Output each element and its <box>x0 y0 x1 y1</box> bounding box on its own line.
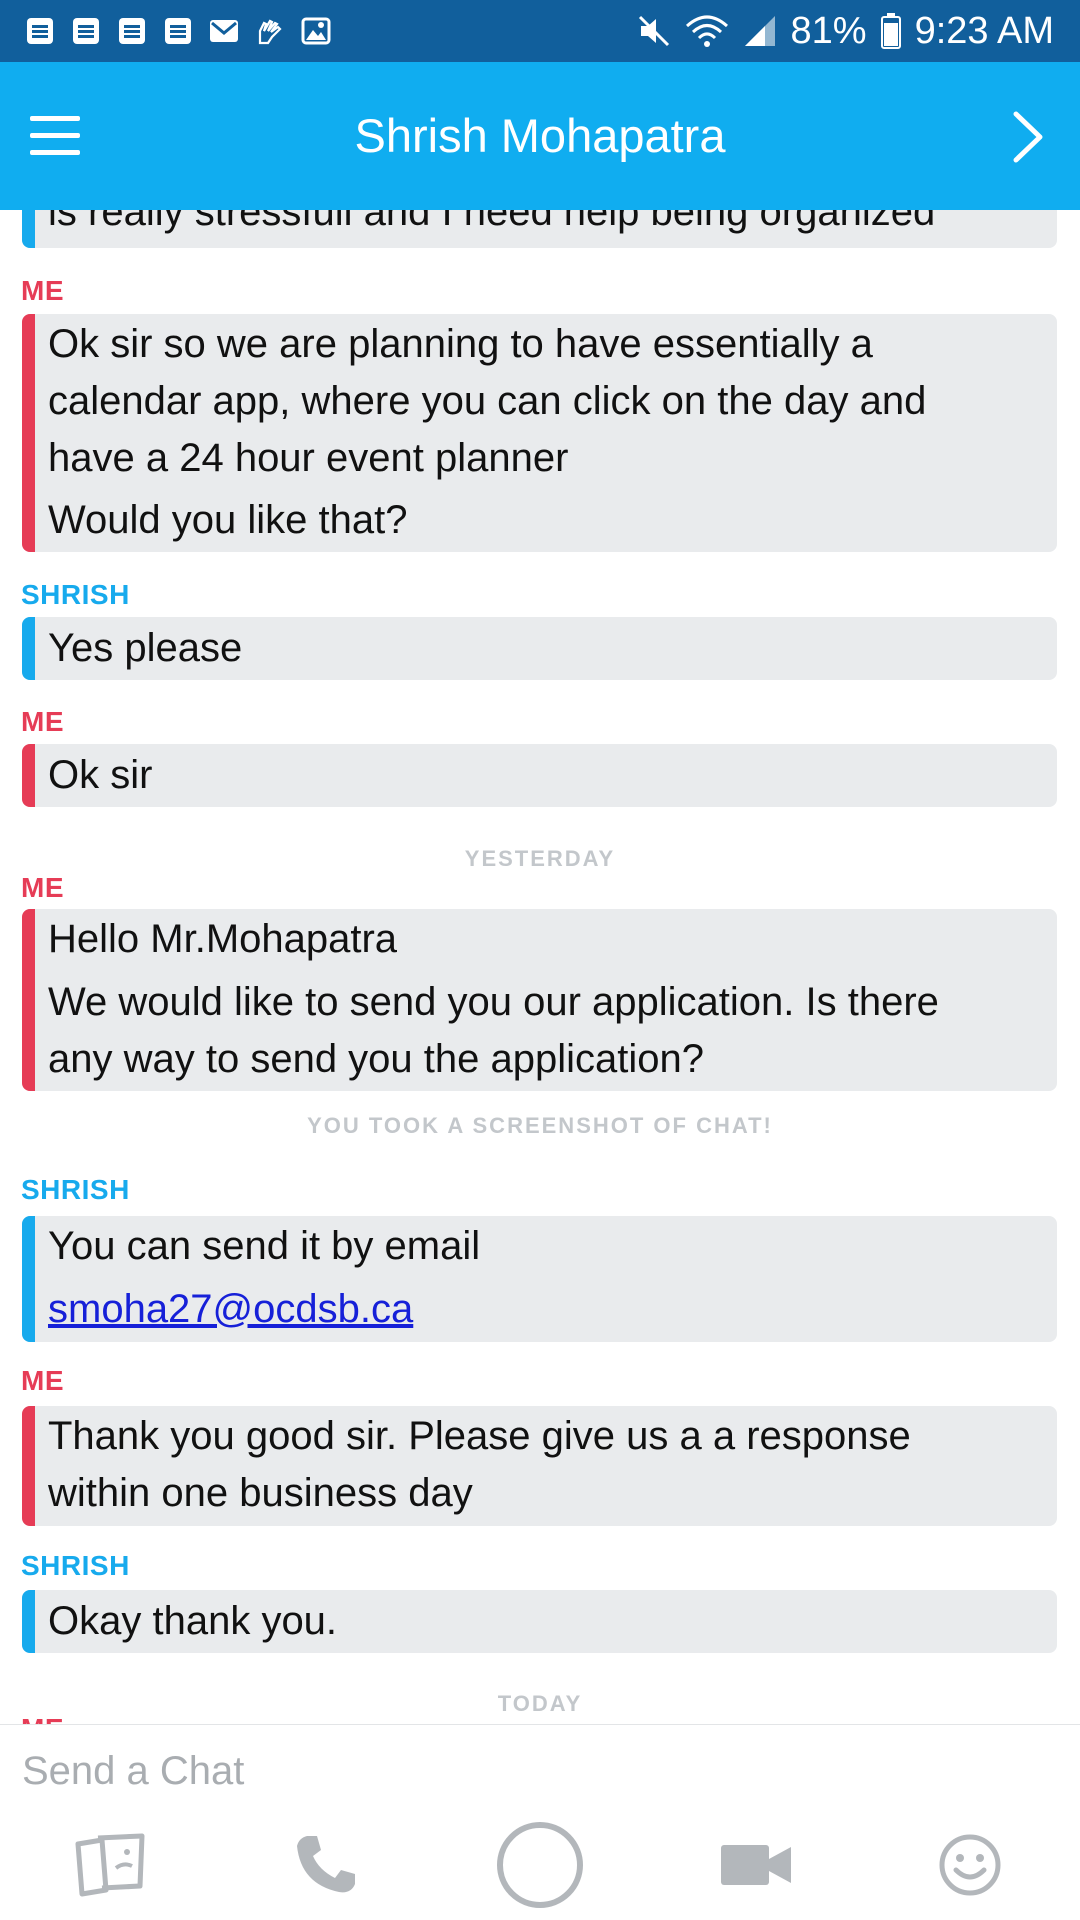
capture-button-icon <box>497 1822 583 1908</box>
message-line: Hello Mr.Mohapatra <box>48 917 398 961</box>
sender-label: ME <box>21 872 64 903</box>
message-line: Would you like that? <box>48 498 408 542</box>
sender-bar <box>22 1406 35 1526</box>
message-line: Ok sir so we are planning to have essent… <box>48 322 873 366</box>
gallery-icon <box>301 17 331 45</box>
message-line: calendar app, where you can click on the… <box>48 379 927 423</box>
message-line: Okay thank you. <box>48 1599 338 1643</box>
date-separator: TODAY <box>497 1691 583 1716</box>
sender-bar <box>22 314 35 552</box>
sender-bar <box>22 744 35 807</box>
sender-label: SHRISH <box>21 579 130 610</box>
screenshot-notice: YOU TOOK A SCREENSHOT OF CHAT! <box>307 1113 773 1138</box>
chat-input[interactable]: Send a Chat <box>22 1749 244 1794</box>
status-bar: 81% 9:23 AM <box>0 0 1080 62</box>
signal-icon <box>744 16 775 46</box>
message-bubble: is really stressfull and I need help bei… <box>22 210 1057 248</box>
message-line: We would like to send you our applicatio… <box>48 980 939 1024</box>
mute-icon <box>638 15 669 47</box>
sender-label: SHRISH <box>21 1174 130 1205</box>
sender-label: ME <box>21 275 64 306</box>
sender-label: ME <box>21 1365 64 1396</box>
sender-bar <box>22 1216 35 1342</box>
chat-header: Shrish Mohapatra <box>0 62 1080 210</box>
chat-title[interactable]: Shrish Mohapatra <box>160 106 920 166</box>
email-icon <box>210 20 238 42</box>
notification-icon <box>119 18 145 44</box>
message-line: Yes please <box>48 626 243 670</box>
hamburger-menu-icon[interactable] <box>30 112 84 160</box>
memories-button[interactable] <box>60 1810 160 1920</box>
battery-icon <box>880 13 901 49</box>
call-button[interactable] <box>276 1810 376 1920</box>
battery-percent: 81% <box>790 9 867 52</box>
sender-label: SHRISH <box>21 1550 130 1581</box>
sender-bar <box>22 909 35 1091</box>
sign-language-icon <box>258 19 282 45</box>
notification-icon <box>73 18 99 44</box>
sender-bar <box>22 210 35 248</box>
email-link[interactable]: smoha27@ocdsb.ca <box>48 1287 413 1331</box>
message-bubble: You can send it by email smoha27@ocdsb.c… <box>22 1216 1057 1342</box>
message-bubble: Ok sir <box>22 744 1057 807</box>
message-line: Ok sir <box>48 753 153 797</box>
message-bubble: Hello Mr.Mohapatra We would like to send… <box>22 909 1057 1091</box>
message-bubble: Ok sir so we are planning to have essent… <box>22 314 1057 552</box>
wifi-icon <box>685 15 728 47</box>
message-bubble: Thank you good sir. Please give us a a r… <box>22 1406 1057 1526</box>
emoji-icon <box>939 1834 1001 1896</box>
chevron-right-icon[interactable] <box>1008 110 1048 164</box>
notification-icons <box>24 13 332 49</box>
sender-label: ME <box>21 706 64 737</box>
video-call-icon <box>721 1845 791 1885</box>
clock: 9:23 AM <box>914 9 1054 52</box>
message-line-link: smoha27@ocdsb.ca <box>48 1281 1045 1338</box>
date-separator: YESTERDAY <box>464 846 616 871</box>
video-call-button[interactable] <box>706 1810 806 1920</box>
chat-thread[interactable]: is really stressfull and I need help bei… <box>0 210 1080 1725</box>
message-line: any way to send you the application? <box>48 1037 704 1081</box>
bottom-toolbar <box>0 1810 1080 1920</box>
message-line: You can send it by email <box>48 1224 481 1268</box>
message-line: Thank you good sir. Please give us a a r… <box>48 1414 911 1458</box>
phone-icon <box>297 1836 355 1893</box>
sender-bar <box>22 617 35 680</box>
message-line: is really stressfull and I need help bei… <box>48 210 936 234</box>
notification-icon <box>165 18 191 44</box>
message-line: have a 24 hour event planner <box>48 436 569 480</box>
emoji-button[interactable] <box>920 1810 1020 1920</box>
message-bubble: Okay thank you. <box>22 1590 1057 1653</box>
notification-icon <box>27 18 53 44</box>
message-line: within one business day <box>48 1471 473 1515</box>
memories-icon <box>75 1833 145 1897</box>
status-indicators: 81% 9:23 AM <box>637 6 1054 56</box>
capture-button[interactable] <box>490 1810 590 1920</box>
message-bubble: Yes please <box>22 617 1057 680</box>
sender-bar <box>22 1590 35 1653</box>
